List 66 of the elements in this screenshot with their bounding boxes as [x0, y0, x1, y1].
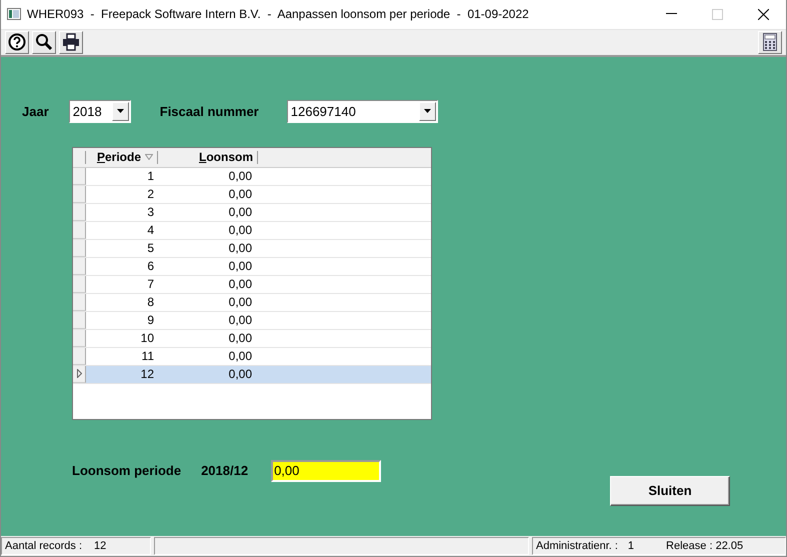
table-cell-text: 5 — [146, 241, 154, 256]
fiscal-number-label: Fiscaal nummer — [160, 104, 259, 119]
table-cell-text: 0,00 — [228, 313, 252, 328]
maximize-icon — [712, 8, 722, 20]
table-cell-text: 12 — [140, 367, 154, 382]
caret-icon — [424, 109, 431, 114]
fiscal-number-dropdown[interactable]: 126697140 — [286, 100, 438, 123]
year-label: Jaar — [22, 104, 49, 119]
table-cell-text: 0,00 — [228, 277, 252, 292]
dropdown-button[interactable] — [112, 102, 129, 121]
column-header[interactable]: Periode — [86, 150, 158, 164]
table-cell-text: 0,00 — [228, 331, 252, 346]
search-button[interactable] — [32, 30, 56, 54]
calculator-button[interactable] — [758, 30, 782, 54]
table-row[interactable]: 5 0,00 — [73, 240, 431, 258]
table-cell-text: 9 — [146, 313, 154, 328]
table-cell-text: 1 — [146, 169, 154, 184]
table-cell-text: 0,00 — [228, 367, 252, 382]
table-cell-text: 8 — [146, 295, 154, 310]
year-dropdown[interactable]: 2018 — [68, 100, 131, 123]
print-button[interactable] — [59, 30, 83, 54]
table-cell-text: 6 — [146, 259, 154, 274]
close-icon[interactable] — [758, 8, 768, 20]
table-cell-text: 11 — [140, 349, 154, 364]
table-cell-text: 4 — [146, 223, 154, 238]
period-text: 2018/12 — [201, 463, 248, 478]
table-row[interactable]: 4 0,00 — [73, 222, 431, 240]
table-row[interactable]: 10 0,00 — [73, 330, 431, 348]
dropdown-value: 2018 — [72, 104, 103, 119]
table-cell-text: 0,00 — [228, 205, 252, 220]
table-cell-text: 3 — [146, 205, 154, 220]
table-cell-text: 2 — [146, 187, 154, 202]
amount-field[interactable]: 0,00 — [271, 460, 382, 482]
table-row[interactable]: 1 0,00 — [73, 168, 431, 186]
table-cell-text: 0,00 — [228, 241, 252, 256]
table-cell-text: 0,00 — [228, 295, 252, 310]
admin-label: Administratienr. : — [536, 540, 618, 552]
table-cell-text: 0,00 — [228, 169, 252, 184]
help-button[interactable] — [5, 30, 29, 54]
table-cell-text: 0,00 — [228, 349, 252, 364]
release-text: Release : 22.05 — [666, 540, 744, 552]
app-icon — [7, 8, 21, 20]
window-title: WHER093 - Freepack Software Intern B.V. - Aanpassen loonsom per periode - 01-09-2022 — [27, 7, 530, 22]
records-count: 12 — [94, 540, 106, 552]
amount-label: Loonsom periode — [72, 463, 182, 478]
table-cell-text: 0,00 — [228, 223, 252, 238]
dropdown-button[interactable] — [418, 102, 436, 121]
caret-icon — [116, 109, 124, 114]
table-row[interactable]: 2 0,00 — [73, 186, 431, 204]
table-row[interactable]: 8 0,00 — [73, 294, 431, 312]
admin-number: 1 — [628, 540, 634, 552]
table-row[interactable]: 3 0,00 — [73, 204, 431, 222]
dropdown-value: 126697140 — [290, 104, 357, 119]
minimize-icon[interactable] — [666, 13, 676, 16]
column-header[interactable]: Loonsom — [158, 150, 258, 164]
table-row[interactable]: 9 0,00 — [73, 312, 431, 330]
records-label: Aantal records : — [5, 540, 82, 552]
table-row[interactable]: 7 0,00 — [73, 276, 431, 294]
table-row[interactable]: 12 0,00 — [73, 366, 431, 384]
table-cell-text: 10 — [140, 331, 154, 346]
table-cell-text: 7 — [146, 277, 154, 292]
table-row[interactable]: 6 0,00 — [73, 258, 431, 276]
table-cell-text: 0,00 — [228, 187, 252, 202]
table-cell-text: 0,00 — [228, 259, 252, 274]
close-button[interactable]: Sluiten — [610, 476, 730, 506]
row-pointer-icon — [76, 369, 82, 378]
